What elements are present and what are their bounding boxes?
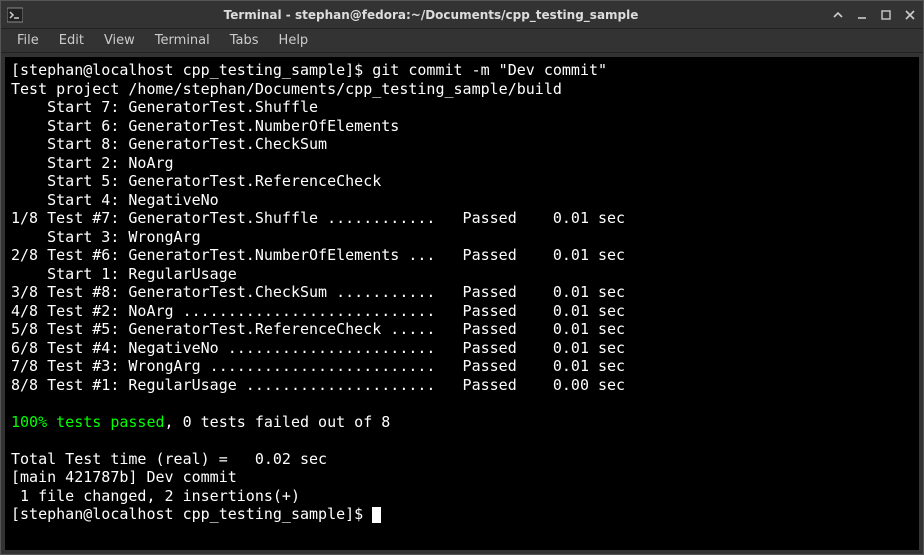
output-line: 1/8 Test #7: GeneratorTest.Shuffle .....… (11, 209, 625, 227)
summary-line: 100% tests passed, 0 tests failed out of… (11, 413, 390, 431)
rollup-button[interactable] (831, 8, 845, 22)
terminal-cursor (372, 507, 381, 523)
terminal-window: Terminal - stephan@fedora:~/Documents/cp… (0, 0, 924, 555)
output-line: Start 4: NegativeNo (11, 191, 219, 209)
menu-tabs[interactable]: Tabs (222, 31, 267, 50)
output-line: 6/8 Test #4: NegativeNo ................… (11, 339, 625, 357)
terminal-app-icon (7, 7, 23, 23)
terminal-viewport[interactable]: [stephan@localhost cpp_testing_sample]$ … (1, 53, 923, 554)
output-line: 5/8 Test #5: GeneratorTest.ReferenceChec… (11, 320, 625, 338)
close-button[interactable] (903, 8, 917, 22)
output-line: [main 421787b] Dev commit (11, 468, 237, 486)
command-text: git commit -m "Dev commit" (372, 61, 607, 79)
output-line: 7/8 Test #3: WrongArg ..................… (11, 357, 625, 375)
titlebar: Terminal - stephan@fedora:~/Documents/cp… (1, 1, 923, 29)
maximize-button[interactable] (879, 8, 893, 22)
prompt: [stephan@localhost cpp_testing_sample]$ (11, 505, 381, 523)
output-line: Start 1: RegularUsage (11, 265, 237, 283)
menu-file[interactable]: File (9, 31, 47, 50)
menu-edit[interactable]: Edit (51, 31, 92, 50)
output-line: 2/8 Test #6: GeneratorTest.NumberOfEleme… (11, 246, 625, 264)
output-line: 3/8 Test #8: GeneratorTest.CheckSum ....… (11, 283, 625, 301)
minimize-button[interactable] (855, 8, 869, 22)
window-title: Terminal - stephan@fedora:~/Documents/cp… (31, 8, 831, 22)
window-controls (831, 8, 917, 22)
output-line: Start 6: GeneratorTest.NumberOfElements (11, 117, 399, 135)
output-line: 1 file changed, 2 insertions(+) (11, 487, 300, 505)
output-line: 4/8 Test #2: NoArg .....................… (11, 302, 625, 320)
tests-passed-green: 100% tests passed (11, 413, 165, 431)
menubar: File Edit View Terminal Tabs Help (1, 29, 923, 53)
output-line: Start 3: WrongArg (11, 228, 201, 246)
output-line: Start 7: GeneratorTest.Shuffle (11, 98, 318, 116)
output-line: Start 2: NoArg (11, 154, 174, 172)
menu-help[interactable]: Help (271, 31, 317, 50)
output-line: Test project /home/stephan/Documents/cpp… (11, 80, 562, 98)
menu-terminal[interactable]: Terminal (147, 31, 218, 50)
prompt: [stephan@localhost cpp_testing_sample]$ … (11, 61, 607, 79)
output-line: Start 5: GeneratorTest.ReferenceCheck (11, 172, 381, 190)
output-line: Start 8: GeneratorTest.CheckSum (11, 135, 327, 153)
output-line: 8/8 Test #1: RegularUsage ..............… (11, 376, 625, 394)
output-line: Total Test time (real) = 0.02 sec (11, 450, 327, 468)
menu-view[interactable]: View (96, 31, 143, 50)
